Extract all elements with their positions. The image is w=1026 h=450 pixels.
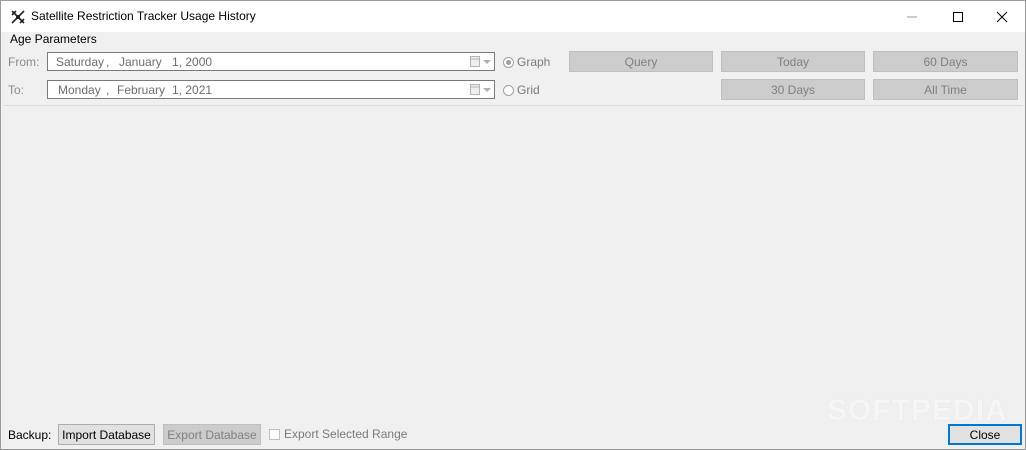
window-title: Satellite Restriction Tracker Usage Hist… <box>31 9 256 23</box>
60-days-button[interactable]: 60 Days <box>873 51 1018 72</box>
export-database-button[interactable]: Export Database <box>163 424 261 445</box>
from-date-picker[interactable]: Saturday , January 1, 2000 <box>47 52 495 71</box>
close-icon <box>996 11 1008 22</box>
all-time-button[interactable]: All Time <box>873 79 1018 100</box>
grid-radio-label: Grid <box>517 83 540 97</box>
usage-history-window: Satellite Restriction Tracker Usage Hist… <box>0 0 1026 450</box>
minimize-icon <box>907 16 917 17</box>
satellite-icon <box>11 10 25 24</box>
to-weekday: Monday <box>58 83 101 97</box>
to-date-picker[interactable]: Monday , February 1, 2021 <box>47 80 495 99</box>
30-days-button[interactable]: 30 Days <box>721 79 865 100</box>
export-selected-range-label: Export Selected Range <box>284 427 408 441</box>
radio-selected-icon <box>503 56 514 68</box>
radio-unselected-icon <box>503 84 514 96</box>
from-day-year: 1, 2000 <box>172 55 213 69</box>
graph-radio[interactable]: Graph <box>503 55 550 69</box>
minimize-button[interactable] <box>889 1 935 32</box>
to-separator: , <box>106 83 110 97</box>
checkbox-icon <box>269 428 280 440</box>
group-divider <box>3 105 1023 106</box>
to-day-year: 1, 2021 <box>172 83 213 97</box>
chevron-down-icon <box>483 60 491 64</box>
backup-label: Backup: <box>8 428 52 442</box>
from-separator: , <box>106 55 110 69</box>
softpedia-watermark: SOFTPEDIA <box>827 394 1008 427</box>
import-database-button[interactable]: Import Database <box>58 424 155 445</box>
age-parameters-label: Age Parameters <box>10 32 97 46</box>
chart-area <box>3 107 1023 419</box>
to-label: To: <box>8 83 25 97</box>
close-window-button[interactable] <box>979 1 1025 32</box>
grid-radio[interactable]: Grid <box>503 83 540 97</box>
maximize-button[interactable] <box>935 1 981 32</box>
export-selected-range-checkbox[interactable]: Export Selected Range <box>269 427 407 441</box>
calendar-icon <box>470 84 480 95</box>
close-button[interactable]: Close <box>948 424 1022 445</box>
chevron-down-icon <box>483 88 491 92</box>
to-month: February <box>117 83 166 97</box>
maximize-icon <box>953 11 963 22</box>
today-button[interactable]: Today <box>721 51 865 72</box>
query-button[interactable]: Query <box>569 51 713 72</box>
from-weekday: Saturday <box>56 55 105 69</box>
from-month: January <box>119 55 162 69</box>
calendar-icon <box>470 56 480 67</box>
from-label: From: <box>8 55 40 69</box>
title-bar[interactable]: Satellite Restriction Tracker Usage Hist… <box>1 1 1025 32</box>
graph-radio-label: Graph <box>517 55 551 69</box>
